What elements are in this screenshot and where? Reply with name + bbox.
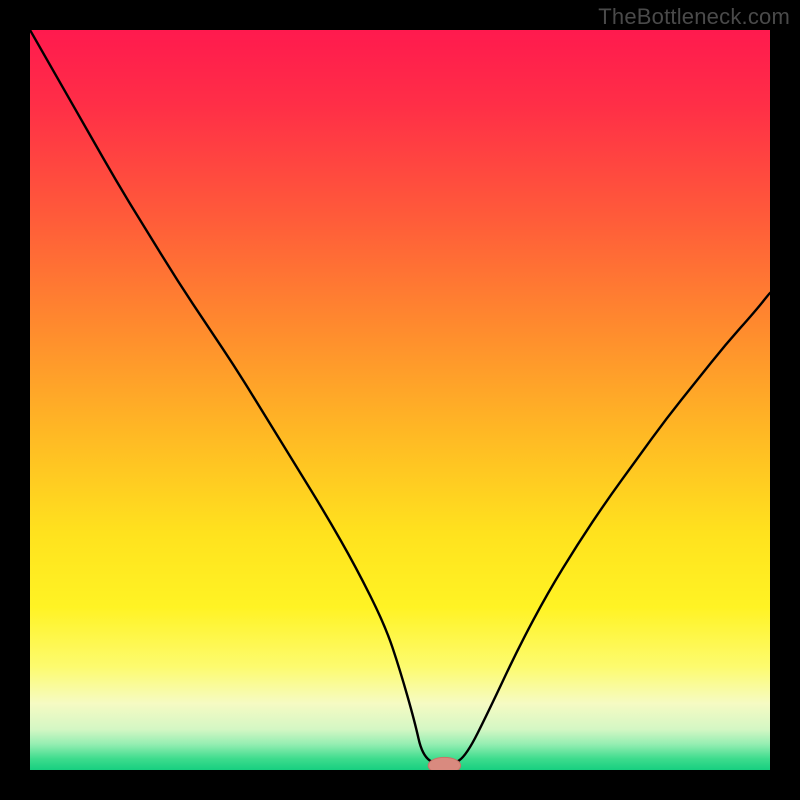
chart-frame: TheBottleneck.com xyxy=(0,0,800,800)
watermark-text: TheBottleneck.com xyxy=(598,4,790,30)
minimum-marker xyxy=(428,757,461,770)
plot-area xyxy=(30,30,770,770)
chart-svg xyxy=(30,30,770,770)
gradient-background xyxy=(30,30,770,770)
